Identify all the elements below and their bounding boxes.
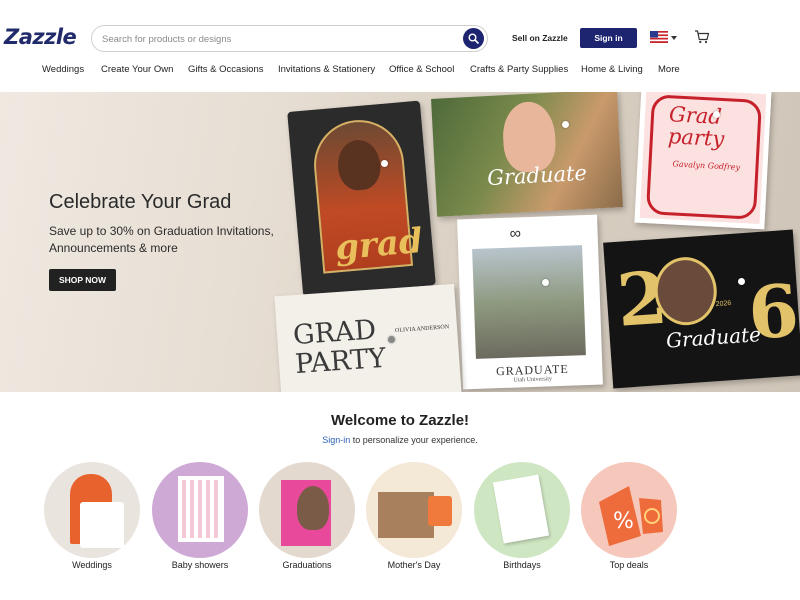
category-weddings[interactable]: Weddings xyxy=(44,462,140,577)
graduate-serif-card: ∞ GRADUATE Utah University xyxy=(457,214,603,390)
grad-2026-card: 2 6 Graduate 2026 xyxy=(603,229,800,389)
graduate-photo xyxy=(297,486,329,530)
category-image: % xyxy=(581,462,677,558)
percent-tag-icon: % xyxy=(599,486,663,546)
card-year-small: 2026 xyxy=(715,300,732,309)
graduate-photo-card: Graduate xyxy=(431,92,623,217)
sign-in-button[interactable]: Sign in xyxy=(580,28,637,48)
nav-item-crafts-party[interactable]: Crafts & Party Supplies xyxy=(470,64,568,75)
welcome-subtitle: Sign-in to personalize your experience. xyxy=(0,435,800,445)
grad-party-big-card: GRAD PARTY OLIVIA ANDERSON xyxy=(274,283,462,392)
category-graduations[interactable]: Graduations xyxy=(259,462,355,577)
baby-shower-card-graphic xyxy=(178,476,224,542)
hotspot-dot[interactable] xyxy=(562,121,569,128)
card-grad-party-big-text: GRAD PARTY xyxy=(292,314,387,381)
grad-party-card: Grad party Gavalyn Godfrey xyxy=(634,92,772,230)
welcome-title: Welcome to Zazzle! xyxy=(330,412,470,429)
category-birthdays[interactable]: Birthdays xyxy=(474,462,570,577)
hotspot-dot[interactable] xyxy=(381,160,388,167)
nav-item-weddings[interactable]: Weddings xyxy=(42,64,84,75)
nav-item-gifts-occasions[interactable]: Gifts & Occasions xyxy=(188,64,264,75)
zazzle-logo[interactable]: Zazzle xyxy=(4,25,77,49)
category-label: Birthdays xyxy=(503,560,541,570)
category-baby-showers[interactable]: Baby showers xyxy=(152,462,248,577)
category-image xyxy=(474,462,570,558)
graduate-photo xyxy=(472,245,586,359)
hotspot-dot[interactable] xyxy=(388,336,395,343)
category-label: Graduations xyxy=(282,560,332,570)
category-mothers-day[interactable]: Mother's Day xyxy=(366,462,462,577)
nav-item-office-school[interactable]: Office & School xyxy=(389,64,454,75)
hotspot-dot[interactable] xyxy=(542,279,549,286)
nav-item-create-your-own[interactable]: Create Your Own xyxy=(101,64,173,75)
nav-item-home-living[interactable]: Home & Living xyxy=(581,64,643,75)
category-image xyxy=(44,462,140,558)
search-icon xyxy=(468,33,479,44)
category-label: Top deals xyxy=(609,560,649,570)
sell-on-zazzle-link[interactable]: Sell on Zazzle xyxy=(512,33,568,43)
category-image xyxy=(259,462,355,558)
chevron-down-icon[interactable] xyxy=(671,36,677,40)
hero-banner[interactable]: Celebrate Your Grad Save up to 30% on Gr… xyxy=(0,92,800,392)
category-image xyxy=(152,462,248,558)
welcome-subtitle-text: to personalize your experience. xyxy=(350,435,478,445)
hotspot-dot[interactable] xyxy=(713,111,720,118)
card-grad-party-text: Grad party xyxy=(667,102,725,152)
shop-now-button[interactable]: SHOP NOW xyxy=(49,269,116,291)
hero-subtitle: Save up to 30% on Graduation Invitations… xyxy=(49,224,274,255)
wedding-card-graphic xyxy=(80,502,124,548)
nav-item-more[interactable]: More xyxy=(658,64,680,75)
search-bar xyxy=(91,25,488,52)
card-graduate-text: Graduate xyxy=(486,160,588,191)
site-header: Zazzle Sell on Zazzle Sign in Weddings C… xyxy=(0,0,800,92)
search-button[interactable] xyxy=(463,28,484,49)
card-grad-text: grad xyxy=(333,220,425,269)
sign-in-link[interactable]: Sign-in xyxy=(322,435,350,445)
category-label: Mother's Day xyxy=(387,560,441,570)
category-label: Baby showers xyxy=(171,560,229,570)
bow-icon: ∞ xyxy=(509,225,522,243)
mothers-day-photo-graphic xyxy=(378,492,434,538)
us-flag-icon[interactable] xyxy=(650,31,668,43)
hero-title: Celebrate Your Grad xyxy=(49,191,232,213)
svg-text:%: % xyxy=(613,509,634,534)
birthday-card-graphic xyxy=(492,474,550,544)
nav-item-invitations-stationery[interactable]: Invitations & Stationery xyxy=(278,64,375,75)
card-graduate-2026-text: Graduate xyxy=(665,322,762,353)
grad-arch-card: grad xyxy=(287,100,436,297)
cart-icon[interactable] xyxy=(694,29,710,45)
card-olivia-text: OLIVIA ANDERSON xyxy=(394,324,450,335)
main-nav: Weddings Create Your Own Gifts & Occasio… xyxy=(0,64,800,80)
mothers-day-mug-graphic xyxy=(428,496,452,526)
hotspot-dot[interactable] xyxy=(738,278,745,285)
search-input[interactable] xyxy=(102,31,452,47)
category-image xyxy=(366,462,462,558)
category-label: Weddings xyxy=(72,560,112,570)
category-top-deals[interactable]: % Top deals xyxy=(581,462,677,577)
